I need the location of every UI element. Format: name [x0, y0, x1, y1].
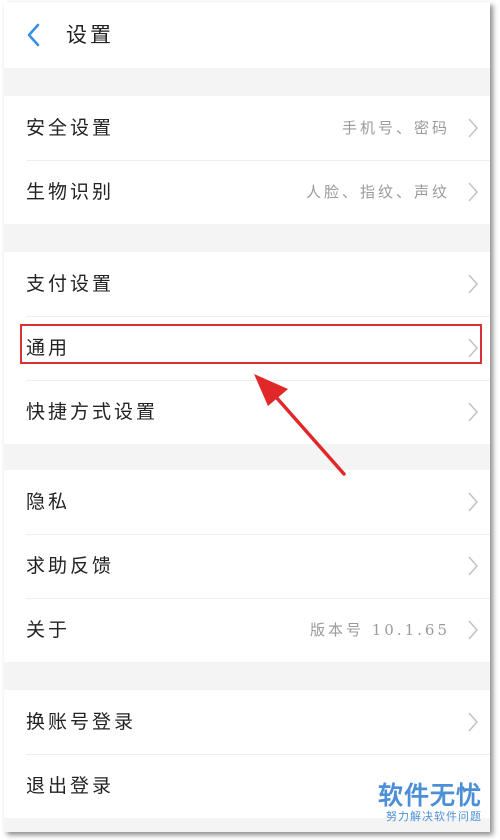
row-privacy[interactable]: 隐私 [4, 470, 490, 534]
row-label: 生物识别 [26, 181, 115, 203]
row-label: 支付设置 [26, 273, 115, 295]
chevron-right-icon [466, 554, 480, 578]
chevron-right-icon [466, 272, 480, 296]
chevron-right-icon [466, 400, 480, 424]
row-shortcut-settings[interactable]: 快捷方式设置 [4, 380, 490, 444]
settings-screen: 设置 安全设置 手机号、密码 生物识别 人脸、指纹、声纹 支付设置 通用 快捷方… [4, 2, 490, 832]
header-bar: 设置 [4, 2, 490, 68]
row-payment-settings[interactable]: 支付设置 [4, 252, 490, 316]
row-general[interactable]: 通用 [4, 316, 490, 380]
version-value: 版本号 10.1.65 [309, 621, 450, 639]
chevron-right-icon [466, 618, 480, 642]
row-label: 安全设置 [26, 117, 115, 139]
settings-group-about: 隐私 求助反馈 关于 版本号 10.1.65 [4, 470, 490, 662]
settings-group-security: 安全设置 手机号、密码 生物识别 人脸、指纹、声纹 [4, 96, 490, 224]
watermark-logo: 软件无忧 努力解决软件问题 [378, 782, 482, 824]
chevron-right-icon [466, 336, 480, 360]
row-label: 关于 [26, 619, 71, 641]
back-button[interactable] [18, 18, 52, 52]
chevron-right-icon [466, 116, 480, 140]
row-value: 人脸、指纹、声纹 [305, 183, 450, 201]
settings-group-payment: 支付设置 通用 快捷方式设置 [4, 252, 490, 444]
row-about[interactable]: 关于 版本号 10.1.65 [4, 598, 490, 662]
row-biometrics[interactable]: 生物识别 人脸、指纹、声纹 [4, 160, 490, 224]
row-label: 通用 [26, 337, 71, 359]
watermark-title: 软件无忧 [377, 781, 482, 810]
chevron-left-icon [27, 23, 40, 47]
chevron-right-icon [466, 710, 480, 734]
row-label: 隐私 [26, 491, 71, 513]
row-help-feedback[interactable]: 求助反馈 [4, 534, 490, 598]
chevron-right-icon [466, 180, 480, 204]
chevron-right-icon [466, 490, 480, 514]
row-label: 退出登录 [26, 775, 115, 797]
row-value: 手机号、密码 [341, 119, 450, 137]
watermark-subtitle: 努力解决软件问题 [386, 810, 482, 823]
row-switch-account[interactable]: 换账号登录 [4, 690, 490, 754]
row-label: 求助反馈 [26, 555, 115, 577]
page-title: 设置 [66, 23, 114, 47]
row-label: 换账号登录 [26, 711, 137, 733]
row-label: 快捷方式设置 [26, 401, 159, 423]
row-security-settings[interactable]: 安全设置 手机号、密码 [4, 96, 490, 160]
